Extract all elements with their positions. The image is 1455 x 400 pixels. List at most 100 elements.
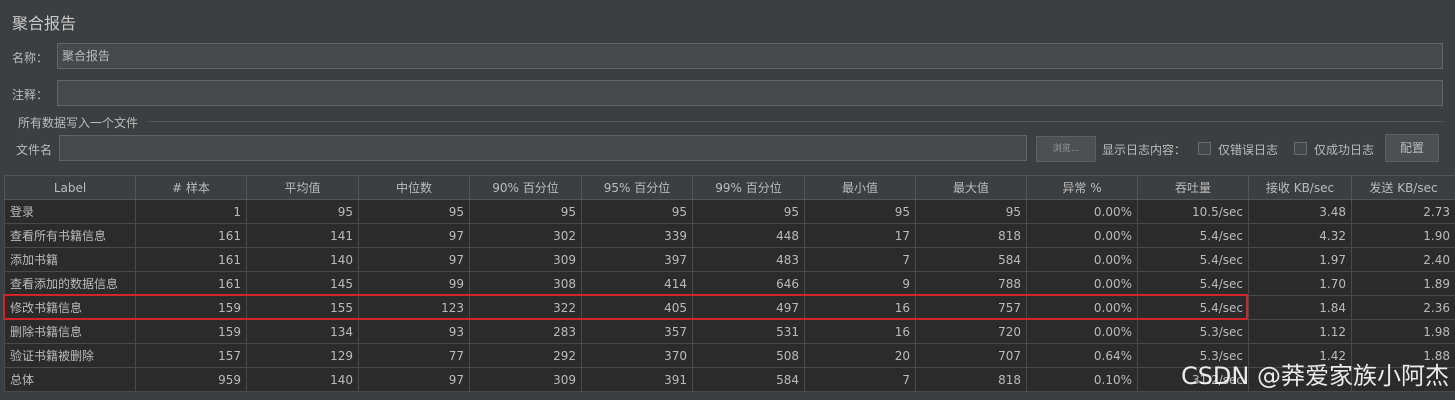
table-cell: 0.10% xyxy=(1026,367,1138,392)
table-cell: 322 xyxy=(469,295,582,320)
table-cell: 483 xyxy=(692,247,805,272)
table-cell: 77 xyxy=(358,343,470,368)
table-cell: 95 xyxy=(915,199,1027,224)
table-cell: 16 xyxy=(804,319,916,344)
table-cell: 7 xyxy=(804,367,916,392)
row-label-cell: 验证书籍被删除 xyxy=(4,343,136,368)
table-cell: 99 xyxy=(358,271,470,296)
table-cell: 414 xyxy=(581,271,693,296)
section-divider xyxy=(148,121,1443,122)
table-row[interactable]: 登录 1 95 95 95 95 95 95 95 0.00% 10.5/sec 3.48 2.73 xyxy=(4,199,1455,224)
table-cell: 788 xyxy=(915,271,1027,296)
table-cell: 134 xyxy=(246,319,359,344)
table-cell: 141 xyxy=(246,223,359,248)
table-cell: 95 xyxy=(804,199,916,224)
table-cell: 1.70 xyxy=(1248,271,1352,296)
table-row[interactable]: 查看所有书籍信息 161 141 97 302 339 448 17 818 0.00% 5.4/s… xyxy=(4,223,1455,248)
column-header[interactable]: Label xyxy=(4,175,136,200)
table-cell: 707 xyxy=(915,343,1027,368)
column-header[interactable]: 发送 KB/sec xyxy=(1351,175,1455,200)
table-cell: 16 xyxy=(804,295,916,320)
table-cell: 95 xyxy=(358,199,470,224)
table-cell: 1.89 xyxy=(1351,271,1455,296)
table-cell: 339 xyxy=(581,223,693,248)
table-cell: 5.4/sec xyxy=(1137,295,1249,320)
table-cell: 97 xyxy=(358,223,470,248)
table-cell: 95 xyxy=(469,199,582,224)
comment-input[interactable] xyxy=(57,80,1443,106)
errors-only-checkbox[interactable] xyxy=(1198,142,1211,155)
table-cell: 646 xyxy=(692,271,805,296)
table-row[interactable]: 修改书籍信息 159 155 123 322 405 497 16 757 0.00% 5.4/se… xyxy=(4,295,1455,320)
configure-button[interactable]: 配置 xyxy=(1385,134,1439,162)
table-cell: 159 xyxy=(135,295,247,320)
table-cell: 1.12 xyxy=(1248,319,1352,344)
table-cell: 283 xyxy=(469,319,582,344)
table-cell: 448 xyxy=(692,223,805,248)
table-row[interactable]: 查看添加的数据信息 161 145 99 308 414 646 9 788 0.00% 5.4/s… xyxy=(4,271,1455,296)
table-cell: 2.73 xyxy=(1351,199,1455,224)
table-cell: 123 xyxy=(358,295,470,320)
column-header[interactable]: 平均值 xyxy=(246,175,359,200)
table-cell: 17 xyxy=(804,223,916,248)
table-cell: 2.36 xyxy=(1351,295,1455,320)
table-cell: 302 xyxy=(469,223,582,248)
comment-label: 注释： xyxy=(12,88,49,102)
table-cell: 20 xyxy=(804,343,916,368)
row-label-cell: 登录 xyxy=(4,199,136,224)
table-cell: 9 xyxy=(804,271,916,296)
column-header[interactable]: 99% 百分位 xyxy=(692,175,805,200)
table-cell: 2.40 xyxy=(1351,247,1455,272)
row-label-cell: 查看添加的数据信息 xyxy=(4,271,136,296)
name-input[interactable]: 聚合报告 xyxy=(57,43,1443,69)
table-cell: 161 xyxy=(135,247,247,272)
column-header[interactable]: 95% 百分位 xyxy=(581,175,693,200)
table-cell: 140 xyxy=(246,367,359,392)
table-cell: 370 xyxy=(581,343,693,368)
table-cell: 5.4/sec xyxy=(1137,223,1249,248)
table-cell: 584 xyxy=(915,247,1027,272)
column-header[interactable]: 异常 % xyxy=(1026,175,1138,200)
column-header[interactable]: # 样本 xyxy=(135,175,247,200)
write-all-data-section-title: 所有数据写入一个文件 xyxy=(18,116,139,130)
table-cell: 508 xyxy=(692,343,805,368)
row-label-cell: 添加书籍 xyxy=(4,247,136,272)
row-label-cell: 删除书籍信息 xyxy=(4,319,136,344)
row-label-cell: 总体 xyxy=(4,367,136,392)
table-cell: 5.4/sec xyxy=(1137,271,1249,296)
table-cell: 1.98 xyxy=(1351,319,1455,344)
browse-button[interactable]: 浏览... xyxy=(1036,136,1096,162)
filename-input[interactable] xyxy=(59,135,1027,161)
watermark: CSDN @莽爱家族小阿杰 xyxy=(1180,362,1449,390)
column-header[interactable]: 最小值 xyxy=(804,175,916,200)
row-label-cell: 查看所有书籍信息 xyxy=(4,223,136,248)
table-cell: 0.00% xyxy=(1026,247,1138,272)
table-cell: 95 xyxy=(246,199,359,224)
table-cell: 397 xyxy=(581,247,693,272)
row-label-cell: 修改书籍信息 xyxy=(4,295,136,320)
table-cell: 129 xyxy=(246,343,359,368)
table-cell: 93 xyxy=(358,319,470,344)
column-header[interactable]: 90% 百分位 xyxy=(469,175,582,200)
table-cell: 3.48 xyxy=(1248,199,1352,224)
table-cell: 5.3/sec xyxy=(1137,319,1249,344)
success-only-checkbox[interactable] xyxy=(1294,142,1307,155)
table-cell: 1.84 xyxy=(1248,295,1352,320)
column-header[interactable]: 中位数 xyxy=(358,175,470,200)
table-cell: 0.00% xyxy=(1026,319,1138,344)
table-row[interactable]: 添加书籍 161 140 97 309 397 483 7 584 0.00% 5.4/sec 1.9… xyxy=(4,247,1455,272)
column-header[interactable]: 最大值 xyxy=(915,175,1027,200)
panel-title: 聚合报告 xyxy=(12,14,77,33)
table-row[interactable]: 删除书籍信息 159 134 93 283 357 531 16 720 0.00% 5.3/sec… xyxy=(4,319,1455,344)
table-cell: 818 xyxy=(915,367,1027,392)
column-header[interactable]: 吞吐量 xyxy=(1137,175,1249,200)
table-cell: 95 xyxy=(581,199,693,224)
column-header[interactable]: 接收 KB/sec xyxy=(1248,175,1352,200)
table-cell: 309 xyxy=(469,247,582,272)
table-cell: 0.00% xyxy=(1026,271,1138,296)
filename-label: 文件名 xyxy=(16,143,53,157)
table-cell: 1.97 xyxy=(1248,247,1352,272)
table-cell: 0.64% xyxy=(1026,343,1138,368)
success-only-label: 仅成功日志 xyxy=(1314,143,1375,157)
name-label: 名称： xyxy=(12,51,49,65)
